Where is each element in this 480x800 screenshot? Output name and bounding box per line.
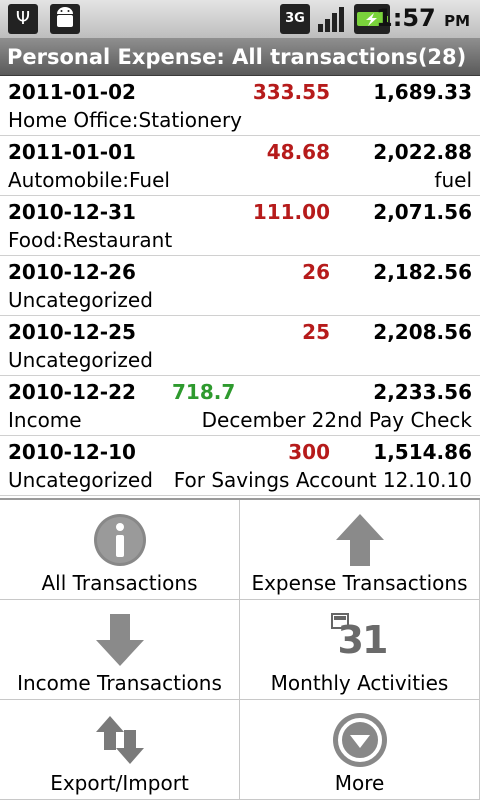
signal-icon (316, 4, 346, 34)
transaction-category: Income (8, 408, 82, 432)
transaction-balance: 2,208.56 (373, 320, 472, 344)
transaction-category: Uncategorized (8, 468, 153, 492)
transaction-date: 2010-12-10 (8, 440, 136, 464)
android-debug-icon (50, 4, 80, 34)
transaction-balance: 2,071.56 (373, 200, 472, 224)
transaction-row[interactable]: 2011-01-01 48.68 2,022.88 Automobile:Fuel fu… (0, 136, 480, 196)
transaction-amount: 333.55 (252, 80, 330, 104)
transaction-note: For Savings Account 12.10.10 (173, 468, 472, 492)
transaction-balance: 2,182.56 (373, 260, 472, 284)
menu-item-label: Monthly Activities (270, 671, 449, 695)
clock-time: 1:57 (376, 4, 436, 32)
menu-item-label: Export/Import (50, 771, 189, 795)
transaction-balance: 1,689.33 (373, 80, 472, 104)
options-menu: All Transactions Expense Transactions Inco… (0, 498, 480, 800)
export-import-icon (90, 710, 150, 770)
transaction-note: fuel (434, 168, 472, 192)
menu-item-label: More (334, 771, 385, 795)
clock: 1:57 PM (376, 4, 470, 32)
transaction-date: 2010-12-26 (8, 260, 136, 284)
transaction-category: Uncategorized (8, 348, 153, 372)
transaction-row[interactable]: 2010-12-25 25 2,208.56 Uncategorized (0, 316, 480, 376)
transaction-balance: 1,514.86 (373, 440, 472, 464)
transaction-category: Automobile:Fuel (8, 168, 170, 192)
transaction-balance: 2,233.56 (373, 380, 472, 404)
transaction-category: Uncategorized (8, 288, 153, 312)
transaction-date: 2011-01-01 (8, 140, 136, 164)
menu-item-monthly-activities[interactable]: 31 Monthly Activities (240, 600, 480, 700)
transaction-amount: 26 (302, 260, 330, 284)
network-label: 3G (285, 11, 305, 26)
transaction-row[interactable]: 2010-12-31 111.00 2,071.56 Food:Restaurant (0, 196, 480, 256)
arrow-down-icon (90, 610, 150, 670)
transaction-amount: 111.00 (252, 200, 330, 224)
menu-item-export-import[interactable]: Export/Import (0, 700, 240, 800)
transaction-category: Food:Restaurant (8, 228, 173, 252)
calendar-day: 31 (337, 618, 389, 662)
usb-icon: Ψ (8, 4, 38, 34)
menu-item-label: Income Transactions (17, 671, 222, 695)
network-3g-icon: 3G (280, 4, 310, 34)
transaction-category: Home Office:Stationery (8, 108, 243, 132)
transaction-list[interactable]: 2011-01-02 333.55 1,689.33 Home Office:Stat… (0, 76, 480, 496)
transaction-row[interactable]: 2010-12-22 718.7 2,233.56 Income December 22… (0, 376, 480, 436)
transaction-amount: 718.7 (172, 380, 236, 404)
transaction-row[interactable]: 2010-12-10 300 1,514.86 Uncategorized For Sa… (0, 436, 480, 496)
arrow-up-icon (330, 510, 390, 570)
page-title: Personal Expense: All transactions(28) (0, 38, 480, 76)
transaction-note: December 22nd Pay Check (201, 408, 472, 432)
menu-item-label: All Transactions (41, 571, 198, 595)
status-bar: Ψ 3G 1:57 PM (0, 0, 480, 38)
menu-item-more[interactable]: More (240, 700, 480, 800)
menu-item-income-transactions[interactable]: Income Transactions (0, 600, 240, 700)
menu-item-expense-transactions[interactable]: Expense Transactions (240, 500, 480, 600)
info-icon (90, 510, 150, 570)
transaction-amount: 48.68 (266, 140, 330, 164)
more-icon (330, 710, 390, 770)
calendar-icon: 31 (330, 610, 390, 670)
transaction-date: 2010-12-25 (8, 320, 136, 344)
transaction-date: 2010-12-22 (8, 380, 136, 404)
transaction-balance: 2,022.88 (373, 140, 472, 164)
transaction-date: 2010-12-31 (8, 200, 136, 224)
menu-item-label: Expense Transactions (251, 571, 468, 595)
transaction-amount: 300 (288, 440, 330, 464)
transaction-date: 2011-01-02 (8, 80, 136, 104)
transaction-row[interactable]: 2011-01-02 333.55 1,689.33 Home Office:Stat… (0, 76, 480, 136)
transaction-row[interactable]: 2010-12-26 26 2,182.56 Uncategorized (0, 256, 480, 316)
clock-ampm: PM (444, 12, 470, 30)
menu-item-all-transactions[interactable]: All Transactions (0, 500, 240, 600)
transaction-amount: 25 (302, 320, 330, 344)
